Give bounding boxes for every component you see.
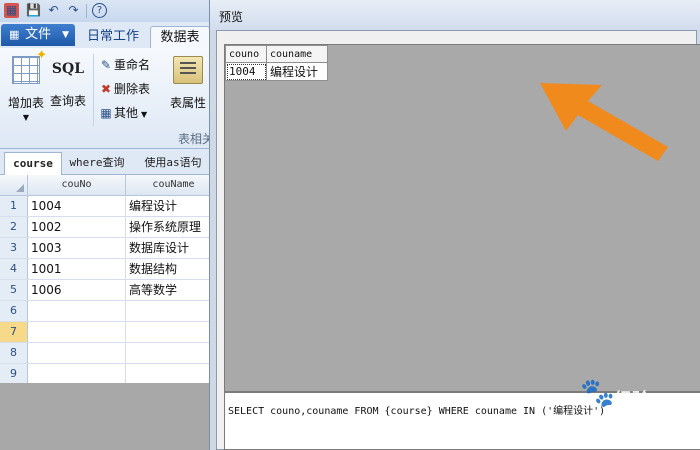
cell-couname[interactable]	[126, 322, 216, 342]
table-row[interactable]: 5 1006 高等数学	[0, 280, 216, 301]
cell-couname[interactable]: 数据结构	[126, 259, 216, 279]
doc-tab-as-statement[interactable]: 使用as语句	[138, 152, 208, 174]
cell-couno[interactable]: 1002	[28, 217, 126, 237]
row-number[interactable]: 9	[0, 364, 28, 384]
cell-couname[interactable]: 操作系统原理	[126, 217, 216, 237]
cell-couname[interactable]	[126, 343, 216, 363]
cell-couname[interactable]: 编程设计	[126, 196, 216, 216]
cell-couno[interactable]	[28, 301, 126, 321]
result-cell-couname[interactable]: 编程设计	[266, 62, 328, 81]
cell-couname[interactable]: 数据库设计	[126, 238, 216, 258]
file-menu-icon: ▦	[9, 28, 20, 41]
rename-label: 重命名	[114, 58, 151, 72]
cell-couname[interactable]: 高等数学	[126, 280, 216, 300]
table-properties-button[interactable]: 表属性	[166, 56, 210, 111]
save-icon[interactable]: 💾	[26, 3, 41, 18]
document-tab-bar: course where查询 使用as语句	[0, 149, 216, 175]
preview-dialog: 预览 couno couname 1004 编程设计 SELECT couno,…	[209, 0, 700, 450]
ribbon-panel: 增加表 ▼ SQL 查询表 ✎重命名 ✖删除表 ▦其他▼ 表属性 表相关	[0, 48, 216, 149]
undo-icon[interactable]: ↶	[46, 3, 61, 18]
column-header-couno[interactable]: couNo	[28, 175, 126, 195]
sql-icon: SQL	[51, 61, 85, 77]
arrow-shape	[540, 83, 668, 161]
cell-couno[interactable]	[28, 364, 126, 384]
cell-couno[interactable]: 1004	[28, 196, 126, 216]
empty-workspace	[0, 383, 216, 450]
cell-couno[interactable]: 1003	[28, 238, 126, 258]
table-row[interactable]: 2 1002 操作系统原理	[0, 217, 216, 238]
cell-couno[interactable]: 1001	[28, 259, 126, 279]
quick-access-toolbar: ▦ 💾 ↶ ↷ ?	[0, 0, 216, 22]
course-data-grid: couNo couName 1 1004 编程设计 2 1002 操作系统原理 3 1003 数…	[0, 175, 216, 385]
other-button[interactable]: ▦ 其他 ▼	[98, 104, 147, 122]
result-cell-couno[interactable]: 1004	[225, 62, 267, 81]
select-all-corner[interactable]	[0, 175, 28, 195]
doc-tab-course[interactable]: course	[4, 152, 62, 175]
row-number[interactable]: 2	[0, 217, 28, 237]
table-row[interactable]: 9	[0, 364, 216, 385]
tab-daily-work[interactable]: 日常工作	[80, 26, 146, 47]
sql-statement: SELECT couno,couname FROM {course} WHERE…	[228, 406, 606, 417]
chevron-down-icon: ▼	[62, 30, 69, 40]
query-table-button[interactable]: SQL 查询表	[48, 56, 88, 109]
add-table-icon	[12, 48, 47, 84]
grid-header: couNo couName	[0, 175, 216, 196]
result-row[interactable]: 1004 编程设计	[225, 62, 328, 81]
row-number[interactable]: 5	[0, 280, 28, 300]
cell-couname[interactable]	[126, 301, 216, 321]
cell-couno[interactable]	[28, 343, 126, 363]
table-row[interactable]: 6	[0, 301, 216, 322]
row-number[interactable]: 7	[0, 322, 28, 342]
file-menu-button[interactable]: ▦ 文件 ▼	[1, 24, 75, 46]
result-column-couname[interactable]: couname	[266, 45, 328, 63]
doc-tab-where-query[interactable]: where查询	[66, 152, 128, 174]
add-table-button[interactable]: 增加表 ▼	[6, 48, 47, 122]
tab-data-table[interactable]: 数据表	[150, 26, 210, 48]
chevron-down-icon: ▼	[141, 110, 148, 119]
redo-icon[interactable]: ↷	[66, 3, 81, 18]
preview-title-bar[interactable]: 预览	[210, 0, 700, 30]
table-row[interactable]: 4 1001 数据结构	[0, 259, 216, 280]
sql-statement-box[interactable]: SELECT couno,couname FROM {course} WHERE…	[224, 392, 700, 450]
row-number[interactable]: 4	[0, 259, 28, 279]
query-table-label: 查询表	[49, 94, 86, 108]
main-app-window: ▦ 💾 ↶ ↷ ? ▦ 文件 ▼ 日常工作 数据表 增加表 ▼ SQL 查询表 …	[0, 0, 216, 450]
orange-arrow-annotation	[540, 83, 668, 161]
table-row[interactable]: 1 1004 编程设计	[0, 196, 216, 217]
table-row[interactable]: 3 1003 数据库设计	[0, 238, 216, 259]
row-number[interactable]: 6	[0, 301, 28, 321]
app-icon[interactable]: ▦	[4, 3, 19, 18]
column-header-couname[interactable]: couName	[126, 175, 216, 195]
result-header-row: couno couname	[225, 45, 328, 63]
ribbon-tab-bar: ▦ 文件 ▼ 日常工作 数据表	[0, 22, 216, 49]
delete-table-label: 删除表	[114, 82, 151, 96]
toolbar-separator	[86, 4, 87, 18]
chevron-down-icon: ▼	[22, 113, 30, 122]
table-grid-icon: ▦	[100, 106, 112, 120]
table-properties-label: 表属性	[169, 96, 206, 110]
row-number[interactable]: 8	[0, 343, 28, 363]
rename-button[interactable]: ✎ 重命名	[98, 56, 150, 74]
row-number[interactable]: 1	[0, 196, 28, 216]
group-separator	[93, 54, 94, 126]
row-number[interactable]: 3	[0, 238, 28, 258]
result-table: couno couname 1004 编程设计	[225, 45, 328, 81]
cell-couno[interactable]	[28, 322, 126, 342]
file-menu-label: 文件	[25, 27, 52, 42]
table-row[interactable]: 8	[0, 343, 216, 364]
help-icon[interactable]: ?	[92, 3, 107, 18]
delete-icon: ✖	[100, 82, 112, 96]
other-label: 其他	[114, 106, 139, 120]
add-table-label: 增加表	[7, 96, 44, 110]
result-column-couno[interactable]: couno	[225, 45, 267, 63]
preview-title: 预览	[219, 10, 244, 24]
table-properties-icon	[173, 56, 203, 84]
delete-table-button[interactable]: ✖ 删除表	[98, 80, 150, 98]
table-row[interactable]: 7	[0, 322, 216, 343]
rename-icon: ✎	[100, 58, 112, 72]
cell-couname[interactable]	[126, 364, 216, 384]
cell-couno[interactable]: 1006	[28, 280, 126, 300]
